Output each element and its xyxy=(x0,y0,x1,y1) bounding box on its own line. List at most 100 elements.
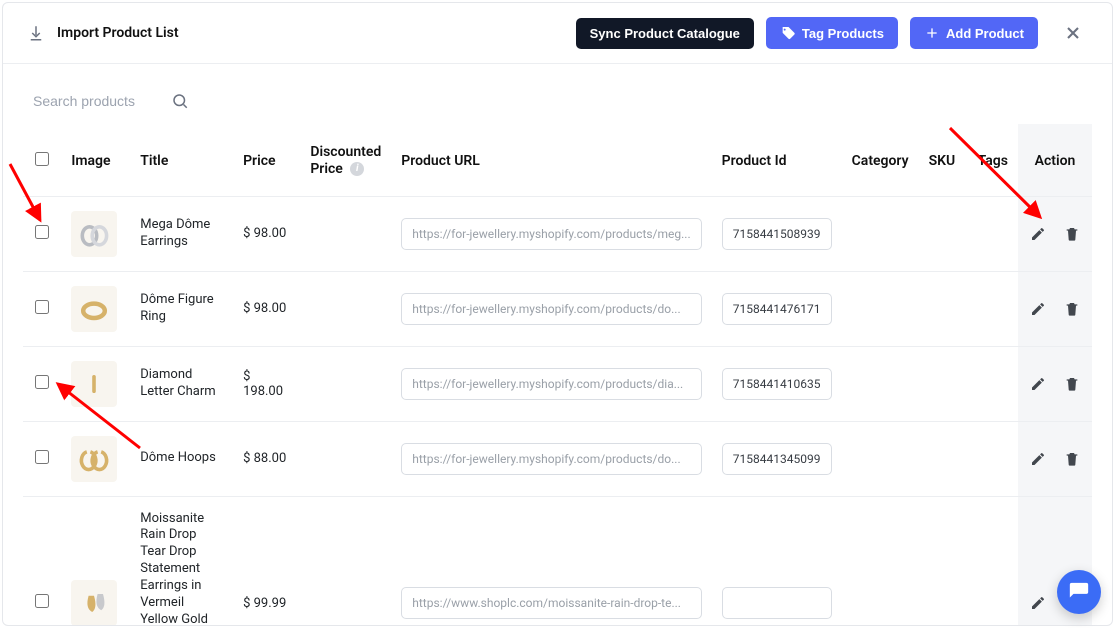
trash-icon xyxy=(1064,301,1080,317)
product-category xyxy=(842,496,919,626)
product-category xyxy=(842,196,919,271)
product-tags xyxy=(968,346,1018,421)
product-thumbnail xyxy=(71,436,117,482)
pencil-icon xyxy=(1030,226,1046,242)
trash-icon xyxy=(1064,226,1080,242)
product-sku xyxy=(919,196,968,271)
delete-button[interactable] xyxy=(1062,449,1082,469)
table-row: Mega Dôme Earrings $ 98.00 https://for-jew… xyxy=(23,196,1092,271)
pencil-icon xyxy=(1030,451,1046,467)
plus-icon xyxy=(924,25,940,41)
product-price: $ 88.00 xyxy=(233,421,300,496)
product-title: Dôme Hoops xyxy=(140,450,223,467)
product-id-field[interactable] xyxy=(722,587,832,619)
product-tags xyxy=(968,196,1018,271)
product-thumbnail xyxy=(71,361,117,407)
product-category xyxy=(842,346,919,421)
edit-button[interactable] xyxy=(1028,299,1048,319)
product-sku xyxy=(919,496,968,626)
product-sku xyxy=(919,421,968,496)
product-category xyxy=(842,271,919,346)
col-tags: Tags xyxy=(968,124,1018,196)
select-all-checkbox[interactable] xyxy=(35,152,49,166)
sync-catalogue-button[interactable]: Sync Product Catalogue xyxy=(576,18,754,49)
pencil-icon xyxy=(1030,595,1046,611)
table-row: Moissanite Rain Drop Tear Drop Statement… xyxy=(23,496,1092,626)
product-discounted xyxy=(300,421,391,496)
product-price: $ 98.00 xyxy=(233,196,300,271)
edit-button[interactable] xyxy=(1028,374,1048,394)
table-row: Dôme Figure Ring$ 98.00https://for-jewel… xyxy=(23,271,1092,346)
col-title: Title xyxy=(130,124,233,196)
product-title: Moissanite Rain Drop Tear Drop Statement… xyxy=(140,511,223,626)
product-id-field[interactable]: 7158441508939 xyxy=(722,218,832,250)
product-table: Image Title Price Discounted Price i Pro… xyxy=(23,124,1092,626)
product-id-field[interactable]: 7158441476171 xyxy=(722,293,832,325)
close-icon xyxy=(1063,23,1083,43)
product-thumbnail xyxy=(71,286,117,332)
table-row: Diamond Letter Charm $ 198.00 https://for-… xyxy=(23,346,1092,421)
product-sku xyxy=(919,346,968,421)
product-url-field[interactable]: https://for-jewellery.myshopify.com/prod… xyxy=(401,293,701,325)
row-checkbox[interactable] xyxy=(35,225,49,239)
trash-icon xyxy=(1064,376,1080,392)
product-url-field[interactable]: https://www.shoplc.com/moissanite-rain-d… xyxy=(401,587,701,619)
download-icon xyxy=(27,24,45,42)
info-icon: i xyxy=(350,162,364,176)
product-discounted xyxy=(300,271,391,346)
product-title: Diamond Letter Charm xyxy=(140,367,223,401)
product-discounted xyxy=(300,196,391,271)
search-icon xyxy=(171,92,189,110)
add-product-button[interactable]: Add Product xyxy=(910,17,1038,49)
product-title: Mega Dôme Earrings xyxy=(140,217,223,251)
trash-icon xyxy=(1064,451,1080,467)
product-tags xyxy=(968,496,1018,626)
chat-widget[interactable] xyxy=(1057,570,1101,614)
edit-button[interactable] xyxy=(1028,593,1048,613)
delete-button[interactable] xyxy=(1062,224,1082,244)
product-tags xyxy=(968,421,1018,496)
col-price: Price xyxy=(233,124,300,196)
product-price: $ 198.00 xyxy=(233,346,300,421)
product-discounted xyxy=(300,496,391,626)
product-id-field[interactable]: 7158441410635 xyxy=(722,368,832,400)
product-thumbnail xyxy=(71,211,117,257)
product-tags xyxy=(968,271,1018,346)
close-button[interactable] xyxy=(1058,18,1088,48)
table-row: Dôme Hoops $ 88.00 https://for-jewellery.m… xyxy=(23,421,1092,496)
delete-button[interactable] xyxy=(1062,299,1082,319)
chat-icon xyxy=(1068,581,1090,603)
page-title: Import Product List xyxy=(57,25,179,41)
col-category: Category xyxy=(842,124,919,196)
edit-button[interactable] xyxy=(1028,449,1048,469)
row-checkbox[interactable] xyxy=(35,450,49,464)
header: Import Product List Sync Product Catalog… xyxy=(3,3,1112,64)
col-sku: SKU xyxy=(919,124,968,196)
row-checkbox[interactable] xyxy=(35,300,49,314)
row-checkbox[interactable] xyxy=(35,375,49,389)
search-input[interactable] xyxy=(33,93,153,109)
col-discounted: Discounted Price i xyxy=(300,124,391,196)
product-price: $ 98.00 xyxy=(233,271,300,346)
pencil-icon xyxy=(1030,301,1046,317)
col-image: Image xyxy=(61,124,130,196)
product-price: $ 99.99 xyxy=(233,496,300,626)
col-url: Product URL xyxy=(391,124,711,196)
product-url-field[interactable]: https://for-jewellery.myshopify.com/prod… xyxy=(401,218,701,250)
product-url-field[interactable]: https://for-jewellery.myshopify.com/prod… xyxy=(401,443,701,475)
row-checkbox[interactable] xyxy=(35,594,49,608)
tag-icon xyxy=(780,25,796,41)
product-sku xyxy=(919,271,968,346)
product-url-field[interactable]: https://for-jewellery.myshopify.com/prod… xyxy=(401,368,701,400)
search-row xyxy=(3,64,1112,124)
pencil-icon xyxy=(1030,376,1046,392)
product-id-field[interactable]: 7158441345099 xyxy=(722,443,832,475)
product-category xyxy=(842,421,919,496)
tag-products-button[interactable]: Tag Products xyxy=(766,17,898,49)
delete-button[interactable] xyxy=(1062,374,1082,394)
product-thumbnail xyxy=(71,580,117,626)
col-pid: Product Id xyxy=(712,124,842,196)
col-action: Action xyxy=(1018,124,1092,196)
search-button[interactable] xyxy=(165,86,195,116)
edit-button[interactable] xyxy=(1028,224,1048,244)
